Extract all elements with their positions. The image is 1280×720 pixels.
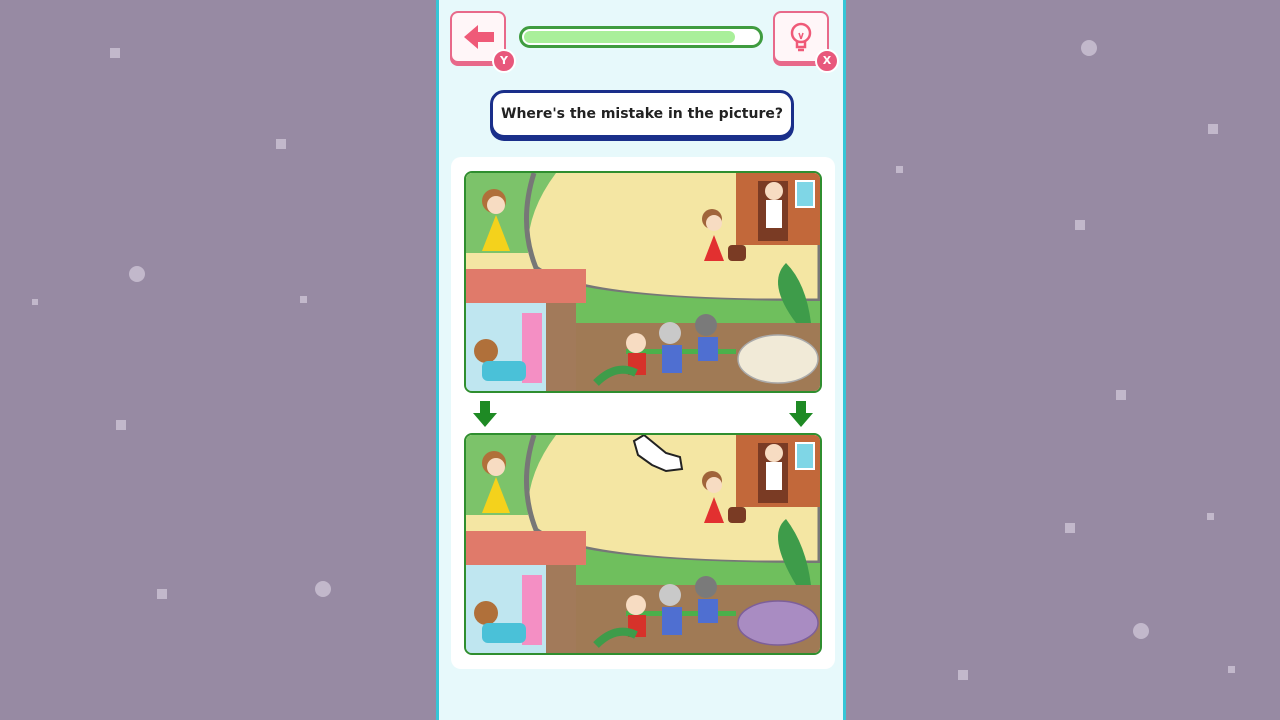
background-dot: [1065, 523, 1075, 533]
background-dot: [276, 139, 286, 149]
hint-button-badge: X: [815, 49, 839, 73]
background-dot: [1133, 623, 1149, 639]
background-dot: [1208, 124, 1218, 134]
progress-bar: [519, 26, 763, 48]
background-dot: [958, 670, 968, 680]
background-dot: [129, 266, 145, 282]
game-screen: Y X Where's the mistake in the picture?: [436, 0, 846, 720]
background-dot: [32, 299, 38, 305]
progress-fill: [524, 31, 735, 43]
original-picture: [464, 171, 822, 393]
background-dot: [1116, 390, 1126, 400]
background-dot: [300, 296, 307, 303]
down-arrow-icon: [473, 401, 497, 427]
background-dot: [315, 581, 331, 597]
hint-button[interactable]: X: [773, 11, 839, 73]
woman-in-doorway: [765, 444, 783, 490]
background-dot: [1075, 220, 1085, 230]
background-dot: [1228, 666, 1235, 673]
background-dot: [157, 589, 167, 599]
spot-the-difference-picture[interactable]: [464, 433, 822, 655]
woman-in-doorway: [765, 182, 783, 228]
background-dot: [1081, 40, 1097, 56]
back-button[interactable]: Y: [450, 11, 516, 73]
puzzle-panel: [451, 157, 835, 669]
background-dot: [896, 166, 903, 173]
background-dot: [1207, 513, 1214, 520]
down-arrow-icon: [789, 401, 813, 427]
background-dot: [116, 420, 126, 430]
question-banner: Where's the mistake in the picture?: [490, 90, 794, 138]
back-button-badge: Y: [492, 49, 516, 73]
background-dot: [110, 48, 120, 58]
